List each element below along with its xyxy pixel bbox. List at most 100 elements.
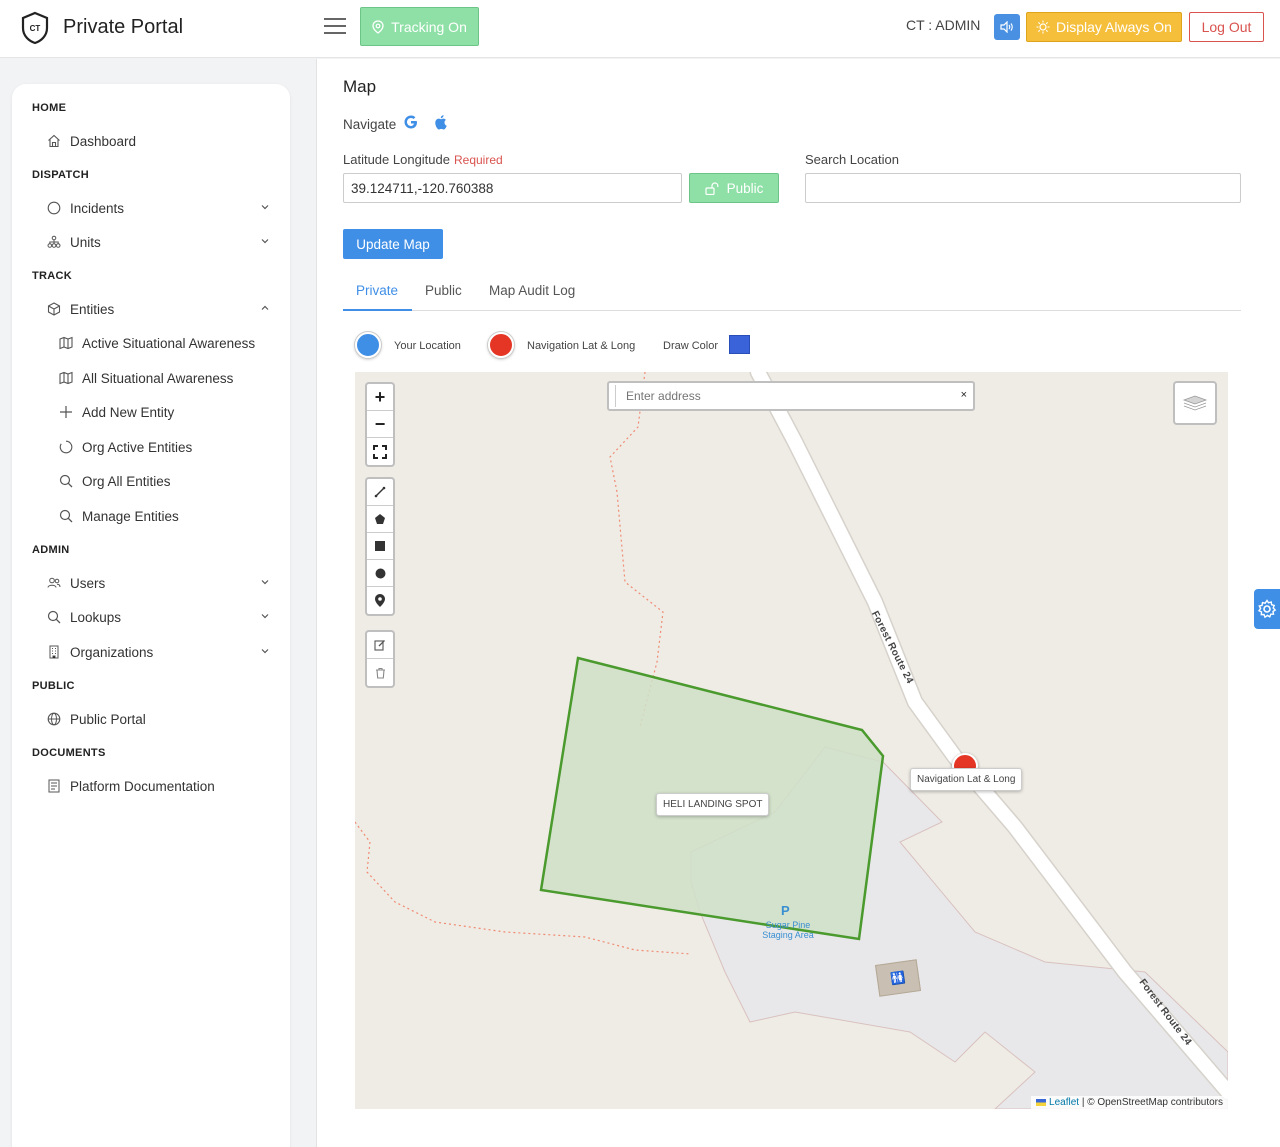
section-home: HOME: [32, 102, 67, 114]
sidebar-item-label: Units: [70, 234, 101, 250]
map-legend: Your Location Navigation Lat & Long Draw…: [355, 332, 955, 358]
edit-toolbar: [365, 630, 395, 688]
menu-toggle-icon[interactable]: [324, 18, 346, 36]
sidebar-item-users[interactable]: Users: [46, 570, 270, 596]
sidebar-item-label: Users: [70, 575, 106, 591]
polygon-label: HELI LANDING SPOT: [656, 793, 770, 816]
layers-icon[interactable]: [1173, 381, 1217, 425]
zoom-control: + −: [365, 382, 395, 467]
sidebar-item-label: All Situational Awareness: [82, 370, 234, 386]
sidebar-item-dashboard[interactable]: Dashboard: [46, 128, 270, 154]
draw-rectangle-icon[interactable]: [367, 533, 393, 560]
draw-polyline-icon[interactable]: [367, 479, 393, 506]
map-tabs: Private Public Map Audit Log: [343, 271, 1241, 311]
navigation-label: Navigation Lat & Long: [527, 340, 636, 352]
sidebar-item-org-all[interactable]: Org All Entities: [58, 468, 270, 494]
sidebar-item-incidents[interactable]: Incidents: [46, 195, 270, 221]
unlock-icon: [705, 181, 719, 195]
tab-private[interactable]: Private: [356, 283, 398, 298]
clear-icon[interactable]: ×: [961, 389, 967, 401]
navigate-label: Navigate: [343, 117, 397, 132]
attribution-text: | © OpenStreetMap contributors: [1081, 1097, 1223, 1108]
globe-icon: [46, 711, 62, 727]
fullscreen-icon[interactable]: [367, 438, 393, 465]
shield-logo-icon: CT: [21, 11, 49, 45]
marker-label: Navigation Lat & Long: [910, 768, 1023, 791]
settings-gear-icon[interactable]: [1254, 589, 1280, 629]
draw-color-swatch[interactable]: [729, 335, 750, 354]
logout-button[interactable]: Log Out: [1189, 12, 1264, 42]
active-tab-indicator: [343, 309, 412, 311]
required-indicator: Required: [453, 153, 503, 167]
sidebar-item-entities[interactable]: Entities: [46, 296, 270, 322]
sidebar-item-label: Lookups: [70, 609, 122, 625]
sidebar-item-label: Platform Documentation: [70, 778, 215, 794]
main-content: Map Navigate Latitude Longitude Required …: [316, 59, 1280, 1147]
sound-button[interactable]: [994, 14, 1020, 40]
edit-layers-icon[interactable]: [367, 632, 393, 659]
display-always-on-button[interactable]: Display Always On: [1026, 12, 1182, 42]
draw-circle-icon[interactable]: [367, 560, 393, 587]
tracking-button[interactable]: Tracking On: [360, 7, 479, 46]
chevron-up-icon: [261, 305, 269, 310]
tracking-label: Tracking On: [391, 18, 467, 35]
section-public: PUBLIC: [32, 680, 75, 692]
sidebar-item-label: Org All Entities: [82, 473, 171, 489]
search-location-input[interactable]: [805, 173, 1241, 203]
map-icon: [58, 370, 74, 386]
poi-label: Sugar Pine Staging Area: [762, 920, 814, 940]
sidebar-item-all-sa[interactable]: All Situational Awareness: [58, 365, 270, 391]
sidebar-item-manage-entities[interactable]: Manage Entities: [58, 503, 270, 529]
public-toggle-button[interactable]: Public: [689, 173, 779, 203]
chevron-down-icon: [261, 205, 269, 210]
chevron-down-icon: [261, 649, 269, 654]
sidebar-item-public-portal[interactable]: Public Portal: [46, 706, 270, 732]
sidebar-item-units[interactable]: Units: [46, 229, 270, 255]
zoom-in-icon[interactable]: +: [367, 384, 393, 411]
parking-icon: P: [781, 903, 790, 918]
document-icon: [46, 778, 62, 794]
your-location-dot: [355, 332, 381, 358]
map-attribution: Leaflet | © OpenStreetMap contributors: [1031, 1096, 1228, 1109]
sun-icon: [1036, 20, 1050, 34]
section-track: TRACK: [32, 270, 72, 282]
apple-maps-icon[interactable]: [433, 114, 447, 130]
chevron-down-icon: [261, 614, 269, 619]
sidebar-item-label: Add New Entity: [82, 404, 175, 420]
sidebar-item-platform-docs[interactable]: Platform Documentation: [46, 773, 270, 799]
plus-icon: [58, 404, 74, 420]
draw-polygon-icon[interactable]: [367, 506, 393, 533]
location-pin-icon: [372, 19, 384, 34]
draw-marker-icon[interactable]: [367, 587, 393, 614]
sidebar-item-lookups[interactable]: Lookups: [46, 604, 270, 630]
address-search-box: ×: [607, 381, 975, 411]
latlng-input[interactable]: [343, 173, 682, 203]
update-map-button[interactable]: Update Map: [343, 229, 443, 259]
tab-public[interactable]: Public: [425, 283, 462, 298]
google-maps-icon[interactable]: [403, 114, 419, 130]
top-bar: CT Private Portal Tracking On CT : ADMIN…: [0, 0, 1280, 58]
sidebar-item-label: Dashboard: [70, 133, 137, 149]
chevron-down-icon: [261, 580, 269, 585]
public-button-label: Public: [726, 180, 764, 196]
sidebar-item-organizations[interactable]: Organizations: [46, 639, 270, 665]
latlng-label: Latitude Longitude Required: [343, 152, 503, 167]
page-title: Map: [343, 77, 377, 96]
draw-color-label: Draw Color: [663, 340, 719, 352]
address-input[interactable]: [615, 385, 945, 407]
delete-layers-icon[interactable]: [367, 659, 393, 686]
sidebar-item-add-entity[interactable]: Add New Entity: [58, 399, 270, 425]
user-label: CT : ADMIN: [906, 17, 981, 33]
zoom-out-icon[interactable]: −: [367, 411, 393, 438]
search-icon: [46, 609, 62, 625]
home-icon: [46, 133, 62, 149]
sidebar-item-label: Public Portal: [70, 711, 146, 727]
map-view[interactable]: Forest Route 24 Forest Route 24 P Sugar …: [355, 372, 1228, 1109]
map-tiles: [355, 372, 1228, 1109]
sidebar-item-label: Organizations: [70, 644, 154, 660]
tab-map-audit-log[interactable]: Map Audit Log: [489, 283, 575, 298]
leaflet-link[interactable]: Leaflet: [1049, 1097, 1079, 1108]
hierarchy-icon: [46, 234, 62, 250]
sidebar-item-active-sa[interactable]: Active Situational Awareness: [58, 330, 270, 356]
sidebar-item-org-active[interactable]: Org Active Entities: [58, 434, 270, 460]
